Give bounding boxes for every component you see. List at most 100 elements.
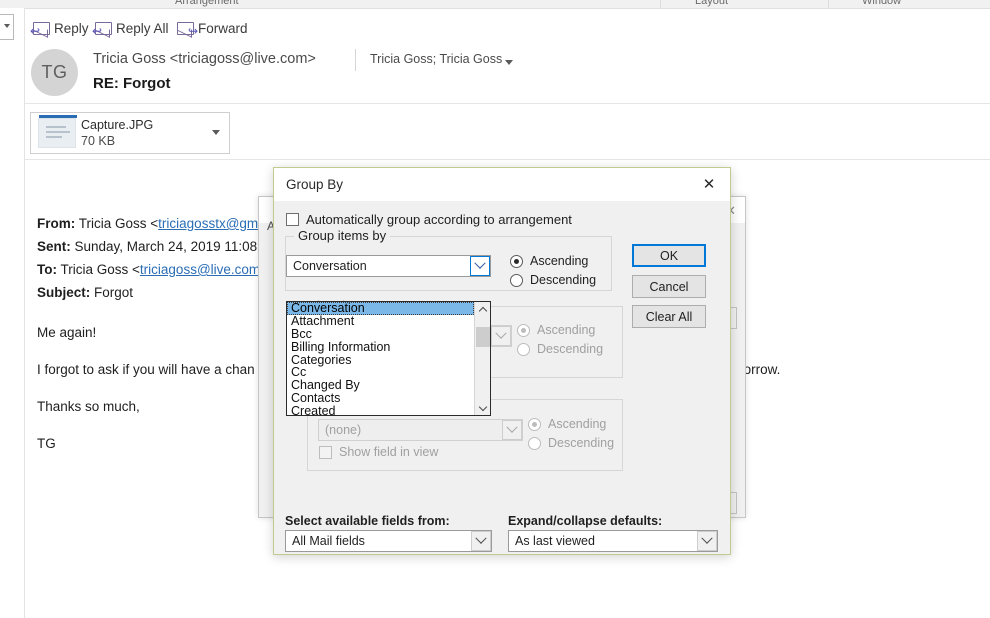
attachment-card[interactable]: Capture.JPG 70 KB	[30, 112, 230, 154]
cancel-button[interactable]: Cancel	[632, 275, 706, 298]
avatar-initials: TG	[41, 62, 68, 82]
group-items-by-combo[interactable]: Conversation	[286, 255, 491, 277]
reply-icon: ↩	[30, 21, 50, 37]
from-email-link[interactable]: triciagosstx@gma	[158, 216, 266, 231]
app-root: Arrangement Layout Window ↩ Reply ↩ Repl…	[0, 0, 990, 618]
scrollbar-thumb[interactable]	[476, 327, 490, 347]
to-email-link[interactable]: triciagoss@live.com	[140, 262, 260, 277]
auto-group-checkbox-row[interactable]: Automatically group according to arrange…	[286, 212, 572, 227]
reply-command-bar: ↩ Reply ↩ Reply All ↪ Forward	[25, 17, 990, 45]
rail-dropdown-button[interactable]	[0, 14, 14, 40]
ribbon-tab-arrangement[interactable]: Arrangement	[175, 0, 239, 7]
avatar: TG	[31, 49, 78, 96]
group-items-by-legend: Group items by	[294, 228, 391, 243]
ribbon-tab-window[interactable]: Window	[862, 0, 901, 7]
then-by-2-show-field-checkbox[interactable]	[319, 445, 332, 459]
select-fields-combo[interactable]: All Mail fields	[285, 530, 492, 552]
radio-ascending[interactable]	[517, 323, 530, 337]
combo-dropdown-button[interactable]	[470, 256, 490, 276]
ribbon-strip: Arrangement Layout Window	[0, 0, 990, 9]
recipients: Tricia Goss; Tricia Goss	[370, 52, 503, 66]
divider	[25, 103, 990, 104]
attachment-name: Capture.JPG	[81, 118, 154, 132]
message-subject: RE: Forgot	[93, 75, 171, 92]
divider	[25, 159, 990, 160]
auto-group-label: Automatically group according to arrange…	[306, 212, 572, 227]
clear-all-button[interactable]: Clear All	[632, 305, 706, 328]
sent-label: Sent:	[37, 239, 71, 254]
radio-descending-label: Descending	[548, 436, 615, 450]
from-label: From:	[37, 216, 76, 231]
dropdown-option-bcc[interactable]: Bcc	[287, 327, 474, 341]
radio-descending-label: Descending	[537, 342, 604, 356]
scroll-down-icon[interactable]	[475, 400, 490, 415]
then-by-2-show-field-label: Show field in view	[339, 445, 439, 459]
then-by-2-descending-radio[interactable]: Descending	[528, 436, 614, 450]
attachment-size: 70 KB	[81, 134, 116, 148]
then-by-1-descending-radio[interactable]: Descending	[517, 342, 603, 356]
radio-ascending-label: Ascending	[548, 417, 607, 431]
group-by-dialog: Group By ✕ Automatically group according…	[273, 167, 731, 555]
ok-button[interactable]: OK	[632, 244, 706, 267]
forward-icon: ↪	[177, 21, 198, 37]
dropdown-option-created[interactable]: Created	[287, 405, 474, 415]
subject-label: Subject:	[37, 285, 91, 300]
to-value: Tricia Goss <	[60, 262, 140, 277]
ribbon-divider	[828, 0, 829, 8]
chevron-down-icon	[4, 24, 10, 28]
chevron-down-icon[interactable]	[212, 130, 220, 135]
combo-dropdown-button[interactable]	[502, 420, 522, 440]
divider	[355, 49, 356, 71]
dialog-title: Group By	[286, 177, 344, 192]
reply-button[interactable]: ↩ Reply	[30, 17, 89, 39]
reply-label: Reply	[54, 20, 89, 36]
expand-collapse-combo[interactable]: As last viewed	[508, 530, 718, 552]
radio-descending[interactable]	[510, 273, 523, 287]
ribbon-divider	[660, 0, 661, 8]
combo-dropdown-button[interactable]	[491, 326, 511, 346]
dropdown-option-conversation[interactable]: Conversation	[287, 302, 474, 315]
select-fields-label: Select available fields from:	[285, 514, 450, 528]
then-by-1-ascending-radio[interactable]: Ascending	[517, 323, 595, 337]
subject-value: Forgot	[94, 285, 134, 300]
expand-collapse-label: Expand/collapse defaults:	[508, 514, 663, 528]
to-label: To:	[37, 262, 57, 277]
dialog-body: Automatically group according to arrange…	[274, 201, 730, 555]
sender-address: Tricia Goss <triciagoss@live.com>	[93, 51, 316, 67]
group-items-by-dropdown-list[interactable]: Conversation Attachment Bcc Billing Info…	[286, 301, 491, 416]
select-fields-value: All Mail fields	[292, 534, 365, 548]
group-items-by-descending-radio[interactable]: Descending	[510, 273, 596, 287]
combo-dropdown-button[interactable]	[471, 531, 491, 551]
then-by-2-show-field-row[interactable]: Show field in view	[319, 445, 438, 459]
group-items-by-ascending-radio[interactable]: Ascending	[510, 254, 588, 268]
radio-ascending[interactable]	[528, 417, 541, 431]
then-by-2-combo[interactable]: (none)	[318, 419, 523, 441]
reply-all-button[interactable]: ↩ Reply All	[92, 17, 169, 39]
radio-ascending[interactable]	[510, 254, 523, 268]
close-icon[interactable]: ✕	[696, 173, 722, 195]
dropdown-option-list: Conversation Attachment Bcc Billing Info…	[287, 302, 474, 415]
dropdown-option-attachment[interactable]: Attachment	[287, 314, 474, 328]
radio-ascending-label: Ascending	[530, 254, 589, 268]
auto-group-checkbox[interactable]	[286, 213, 299, 226]
combo-dropdown-button[interactable]	[697, 531, 717, 551]
dropdown-scrollbar[interactable]	[474, 302, 490, 415]
dropdown-option-categories[interactable]: Categories	[287, 353, 474, 367]
left-rail	[0, 8, 25, 618]
radio-descending[interactable]	[517, 342, 530, 356]
ribbon-tab-layout[interactable]: Layout	[695, 0, 728, 7]
chevron-down-icon[interactable]	[505, 60, 513, 65]
forward-label: Forward	[198, 20, 248, 36]
dialog-titlebar: Group By ✕	[274, 168, 730, 201]
body-paragraph-head: I forgot to ask if you will have a chan	[37, 362, 255, 377]
scroll-up-icon[interactable]	[475, 302, 490, 317]
reply-all-label: Reply All	[116, 20, 169, 36]
radio-ascending-label: Ascending	[537, 323, 596, 337]
then-by-2-value: (none)	[325, 423, 362, 437]
radio-descending[interactable]	[528, 436, 541, 450]
dropdown-option-billing-information[interactable]: Billing Information	[287, 340, 474, 354]
then-by-2-ascending-radio[interactable]: Ascending	[528, 417, 606, 431]
radio-descending-label: Descending	[530, 273, 597, 287]
forward-button[interactable]: ↪ Forward	[177, 17, 248, 39]
attachment-thumbnail-icon	[38, 115, 77, 148]
